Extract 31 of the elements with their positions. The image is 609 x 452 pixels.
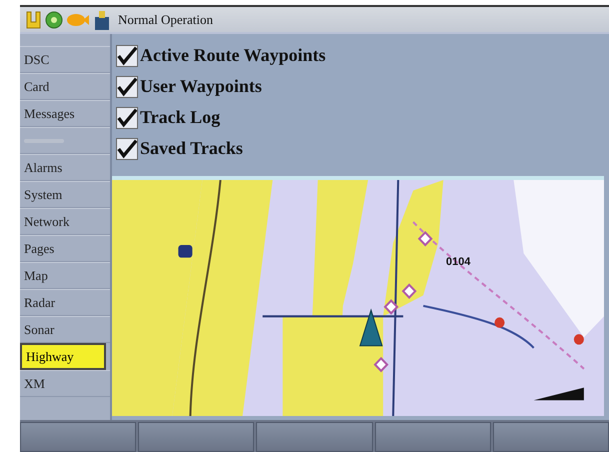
menu-item[interactable]: Card	[20, 73, 110, 100]
menu-item[interactable]: Alarms	[20, 154, 110, 181]
chart-map-drawing[interactable]	[112, 180, 604, 416]
softkey-button[interactable]	[374, 422, 491, 452]
status-dot-icon	[45, 10, 63, 28]
softkey-button[interactable]	[256, 422, 373, 452]
key-figure-icon	[24, 10, 42, 30]
checkbox[interactable]	[116, 138, 138, 160]
window-title: Normal Operation	[118, 10, 213, 29]
menu-item[interactable]: Messages	[20, 100, 110, 127]
map-label: 0104	[446, 255, 470, 270]
menu-item[interactable]: XM	[20, 370, 110, 397]
menu-item[interactable]: Highway	[20, 343, 106, 370]
softkey-button[interactable]	[492, 422, 609, 452]
layer-label: Saved Tracks	[140, 137, 243, 160]
checkbox[interactable]	[116, 44, 138, 66]
softkey-button[interactable]	[138, 422, 254, 452]
fish-icon	[66, 12, 90, 28]
menu-item[interactable]: DSC	[20, 46, 110, 73]
menu-item[interactable]: Pages	[20, 235, 110, 262]
layer-label: User Waypoints	[140, 75, 262, 98]
menu-item[interactable]: Network	[20, 208, 110, 235]
layer-label: Active Route Waypoints	[140, 44, 326, 67]
checkbox[interactable]	[116, 76, 138, 98]
menu-item[interactable]: Radar	[20, 289, 110, 316]
softkey-button[interactable]	[20, 422, 136, 452]
menu-item[interactable]: System	[20, 181, 110, 208]
menu-item[interactable]: Map	[20, 262, 110, 289]
checkbox[interactable]	[116, 106, 138, 128]
layer-label: Track Log	[140, 106, 220, 129]
tower-icon	[93, 8, 111, 30]
